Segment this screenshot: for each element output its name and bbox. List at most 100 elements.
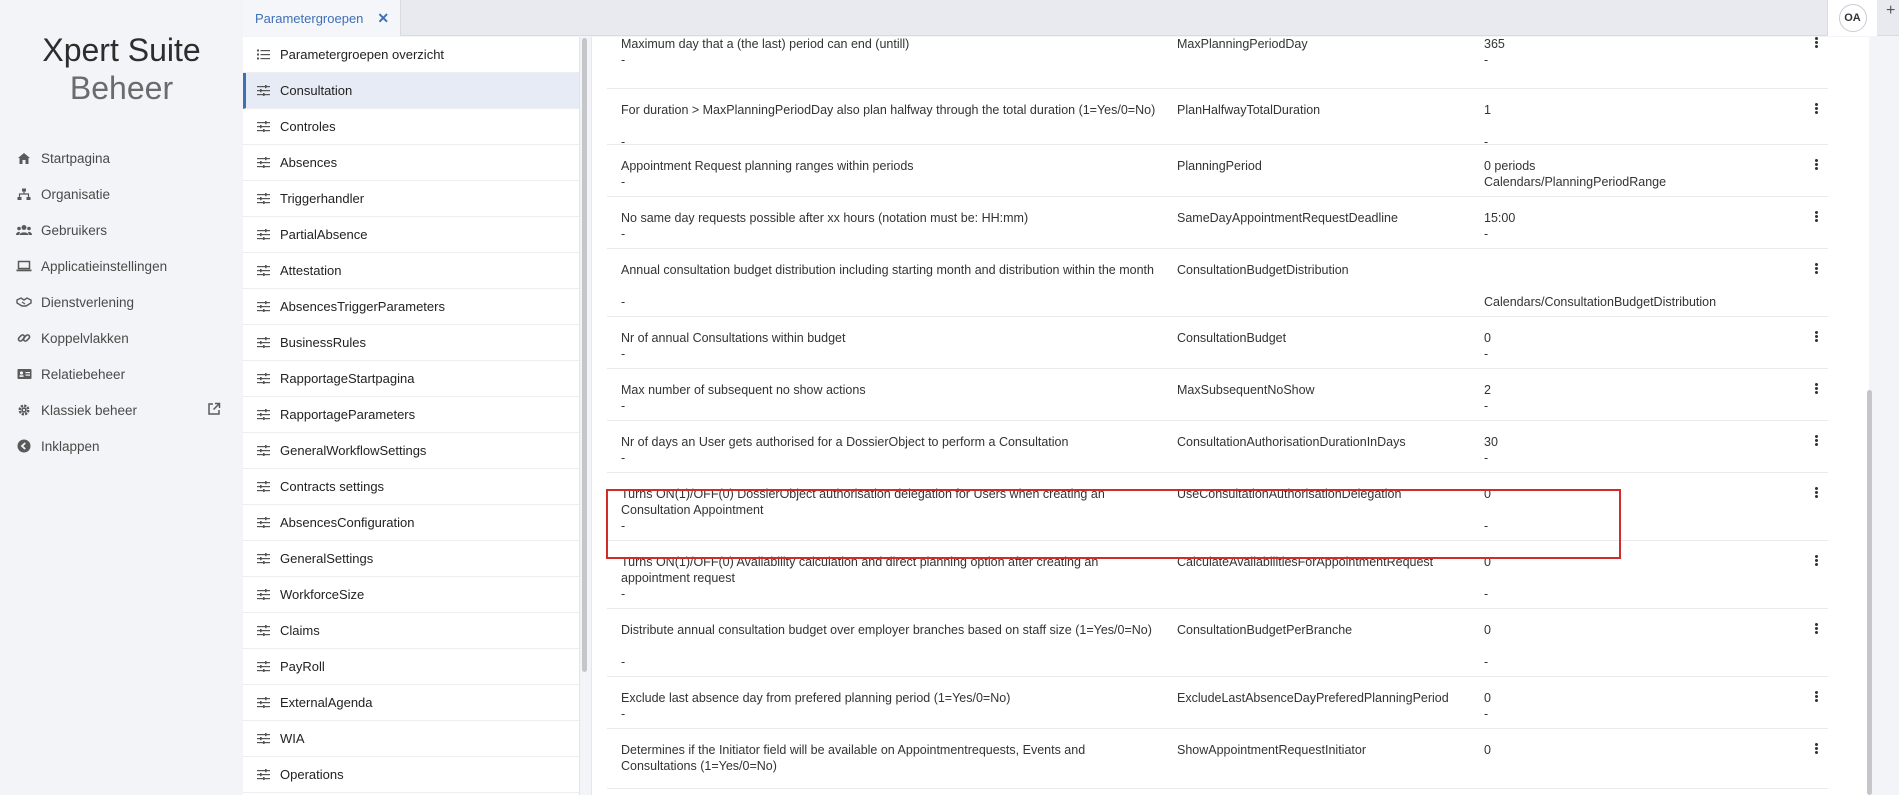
parameter-row: For duration > MaxPlanningPeriodDay also… [607, 89, 1828, 149]
sliders-icon [257, 552, 271, 565]
more-options-icon[interactable] [1812, 37, 1820, 52]
parameter-description: Appointment Request planning ranges with… [621, 159, 914, 173]
parameter-value-secondary: - [1484, 519, 1489, 533]
parameter-description: Nr of days an User gets authorised for a… [621, 435, 1069, 449]
parameter-value-secondary: Calendars/PlanningPeriodRange [1484, 175, 1667, 189]
group-item[interactable]: RapportageParameters [243, 397, 579, 433]
sliders-icon [257, 732, 271, 745]
more-options-icon[interactable] [1812, 102, 1820, 118]
parameter-value: 0 [1484, 743, 1491, 757]
nav-item-klassiek-beheer[interactable]: Klassiek beheer [0, 392, 243, 428]
sliders-icon [257, 408, 271, 421]
nav-item-koppelvlakken[interactable]: Koppelvlakken [0, 320, 243, 356]
close-icon[interactable]: ✕ [377, 10, 389, 27]
group-item-label: Contracts settings [280, 479, 385, 494]
parameter-name: ConsultationBudget [1177, 331, 1287, 345]
nav-item-applicatieinstellingen[interactable]: Applicatieinstellingen [0, 248, 243, 284]
group-item[interactable]: Triggerhandler [243, 181, 579, 217]
group-item[interactable]: BusinessRules [243, 325, 579, 361]
parameter-description: Max number of subsequent no show actions [621, 383, 866, 397]
parameter-value-secondary: - [1484, 53, 1489, 67]
more-options-icon[interactable] [1812, 742, 1820, 758]
group-item[interactable]: WorkforceSize [243, 577, 579, 613]
plus-icon[interactable]: + [1886, 2, 1895, 20]
group-item-label: AbsencesConfiguration [280, 515, 415, 530]
parameter-name: ConsultationBudgetPerBranche [1177, 623, 1353, 637]
parameter-description-secondary: - [621, 519, 626, 533]
group-list-scrollbar[interactable] [582, 38, 587, 672]
sliders-icon [257, 768, 271, 781]
left-navigation: Xpert Suite Beheer Startpagina Organisati… [0, 0, 243, 795]
parameter-value-secondary: - [1484, 227, 1489, 241]
group-item[interactable]: Parametergroepen overzicht [243, 37, 579, 73]
avatar[interactable]: OA [1838, 4, 1867, 32]
more-options-icon[interactable] [1812, 690, 1820, 706]
parameter-list: Maximum day that a (the last) period can… [591, 37, 1869, 795]
user-menu[interactable]: OA [1827, 0, 1877, 36]
group-item[interactable]: AbsencesTriggerParameters [243, 289, 579, 325]
group-item[interactable]: GeneralWorkflowSettings [243, 433, 579, 469]
users-icon [16, 222, 32, 238]
group-item-label: PartialAbsence [280, 227, 368, 242]
parameter-row: Turns ON(1)/OFF(0) Availability calculat… [607, 541, 1828, 609]
more-options-icon[interactable] [1812, 210, 1820, 226]
group-item[interactable]: Claims [243, 613, 579, 649]
group-item[interactable]: AbsencesConfiguration [243, 505, 579, 541]
group-item[interactable]: PartialAbsence [243, 217, 579, 253]
home-icon [16, 150, 32, 166]
parameter-description-secondary: - [621, 399, 626, 413]
parameter-value-secondary: - [1484, 707, 1489, 721]
nav-item-organisatie[interactable]: Organisatie [0, 176, 243, 212]
sliders-icon [257, 444, 271, 457]
sliders-icon [257, 84, 271, 97]
sliders-icon [257, 156, 271, 169]
group-item-label: Triggerhandler [280, 191, 365, 206]
sliders-icon [257, 336, 271, 349]
nav-item-inklappen[interactable]: Inklappen [0, 428, 243, 464]
more-options-icon[interactable] [1812, 158, 1820, 174]
more-options-icon[interactable] [1812, 330, 1820, 346]
parameter-description-secondary: - [621, 295, 626, 309]
more-options-icon[interactable] [1812, 382, 1820, 398]
parameter-name: UseConsultationAuthorisationDelegation [1177, 487, 1402, 501]
parameter-description: No same day requests possible after xx h… [621, 211, 1029, 225]
parameter-name: MaxSubsequentNoShow [1177, 383, 1315, 397]
group-item[interactable]: Absences [243, 145, 579, 181]
more-options-icon[interactable] [1812, 262, 1820, 278]
nav-item-startpagina[interactable]: Startpagina [0, 140, 243, 176]
more-options-icon[interactable] [1812, 486, 1820, 502]
nav-item-label: Dienstverlening [41, 294, 135, 310]
group-item-label: Consultation [280, 83, 353, 98]
parameter-value: 0 [1484, 623, 1491, 637]
nav-item-label: Startpagina [41, 150, 111, 166]
group-item[interactable]: Operations [243, 757, 579, 793]
more-options-icon[interactable] [1812, 434, 1820, 450]
nav-item-relatiebeheer[interactable]: Relatiebeheer [0, 356, 243, 392]
parameter-description: Maximum day that a (the last) period can… [621, 37, 910, 51]
brand-title: Xpert Suite [42, 32, 201, 68]
nav-item-dienstverlening[interactable]: Dienstverlening [0, 284, 243, 320]
more-options-icon[interactable] [1812, 622, 1820, 638]
nav-item-gebruikers[interactable]: Gebruikers [0, 212, 243, 248]
group-item[interactable]: Contracts settings [243, 469, 579, 505]
group-item[interactable]: ExternalAgenda [243, 685, 579, 721]
parameter-description: Determines if the Initiator field will b… [621, 743, 1086, 773]
more-options-icon[interactable] [1812, 554, 1820, 570]
group-item[interactable]: PayRoll [243, 649, 579, 685]
sliders-icon [257, 264, 271, 277]
group-item[interactable]: Consultation [243, 73, 579, 109]
sliders-icon [257, 228, 271, 241]
link-icon [16, 330, 32, 346]
group-item[interactable]: Controles [243, 109, 579, 145]
parameter-list-scrollbar[interactable] [1867, 390, 1872, 795]
handshake-icon [16, 294, 32, 310]
group-item[interactable]: Attestation [243, 253, 579, 289]
group-item[interactable]: WIA [243, 721, 579, 757]
external-link-icon[interactable] [207, 402, 223, 418]
sliders-icon [257, 588, 271, 601]
group-item[interactable]: RapportageStartpagina [243, 361, 579, 397]
parameter-description: For duration > MaxPlanningPeriodDay also… [621, 103, 1156, 117]
tab-parametergroepen[interactable]: Parametergroepen ✕ [243, 0, 401, 36]
group-item[interactable]: GeneralSettings [243, 541, 579, 577]
gear-icon [16, 402, 32, 418]
